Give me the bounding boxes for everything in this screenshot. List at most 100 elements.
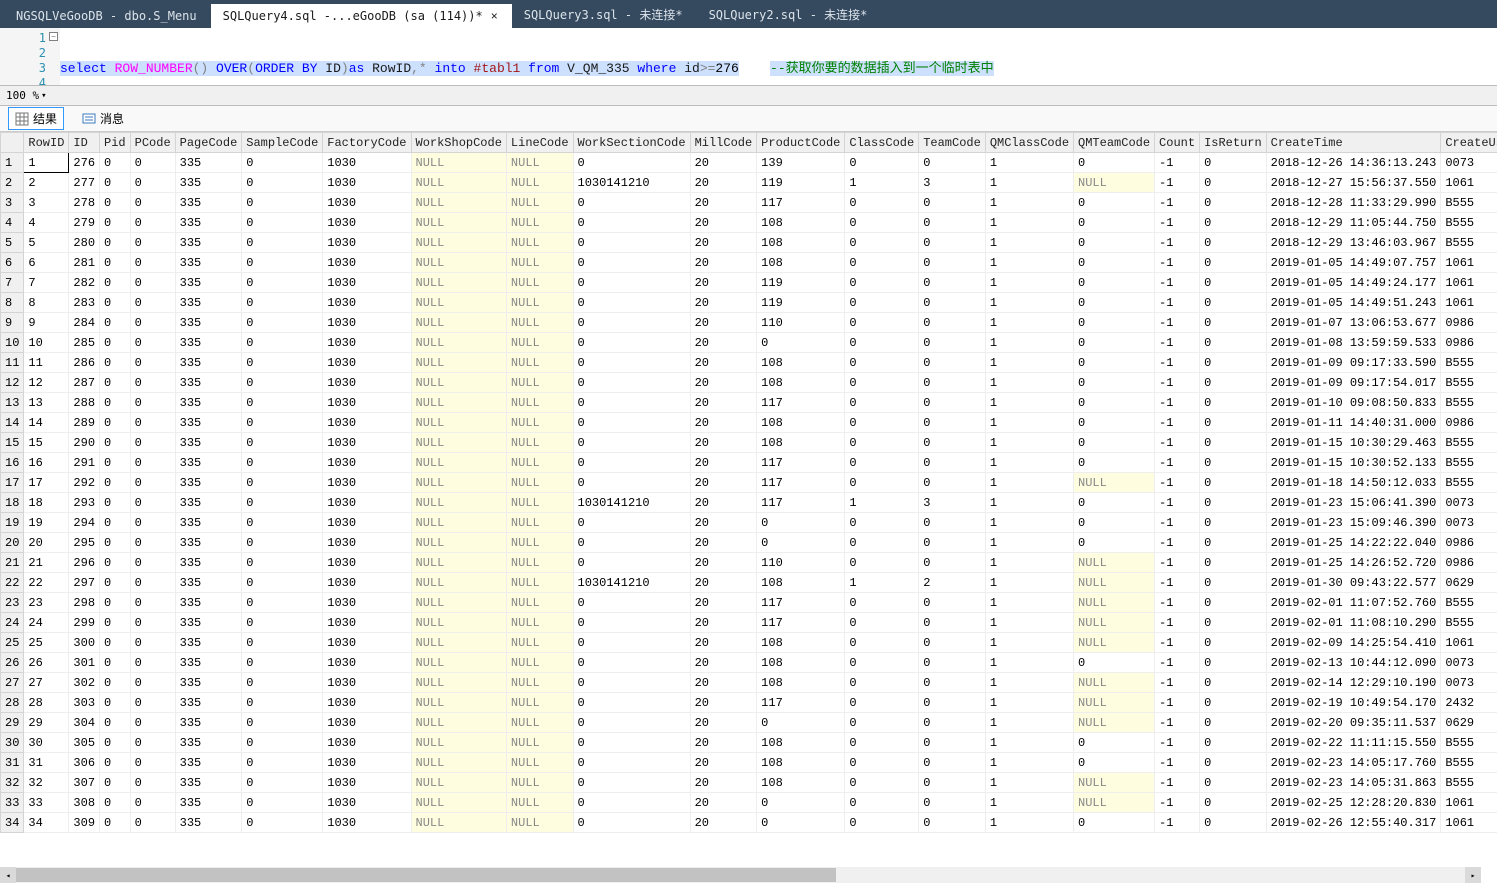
cell[interactable]: NULL [411, 253, 506, 273]
cell[interactable]: 29 [24, 713, 69, 733]
cell[interactable]: 0 [845, 633, 919, 653]
cell[interactable]: 34 [24, 813, 69, 833]
cell[interactable]: 0 [845, 273, 919, 293]
cell[interactable]: 1030 [323, 393, 411, 413]
cell[interactable]: 0 [242, 573, 323, 593]
cell[interactable]: 0 [573, 353, 690, 373]
cell[interactable]: 1 [985, 573, 1073, 593]
row-number[interactable]: 17 [1, 473, 24, 493]
cell[interactable]: 282 [69, 273, 100, 293]
cell[interactable]: 1030 [323, 193, 411, 213]
cell[interactable]: 0 [919, 693, 986, 713]
cell[interactable]: 0 [242, 213, 323, 233]
cell[interactable]: 0 [757, 713, 845, 733]
cell[interactable]: 0986 [1441, 333, 1497, 353]
cell[interactable]: 0 [573, 813, 690, 833]
cell[interactable]: 0 [573, 553, 690, 573]
close-icon[interactable]: × [491, 9, 498, 23]
cell[interactable]: 278 [69, 193, 100, 213]
cell[interactable]: NULL [506, 813, 573, 833]
cell[interactable]: NULL [1074, 793, 1155, 813]
cell[interactable]: 0 [100, 493, 131, 513]
cell[interactable]: 0 [845, 673, 919, 693]
cell[interactable]: NULL [506, 793, 573, 813]
cell[interactable]: 0 [573, 193, 690, 213]
cell[interactable]: 0 [100, 513, 131, 533]
table-row[interactable]: 34343090033501030NULLNULL02000010-102019… [1, 813, 1497, 833]
cell[interactable]: NULL [1074, 633, 1155, 653]
cell[interactable]: 117 [757, 613, 845, 633]
cell[interactable]: 20 [690, 513, 757, 533]
cell[interactable]: 1 [985, 433, 1073, 453]
cell[interactable]: 0 [1200, 653, 1267, 673]
cell[interactable]: 1030 [323, 493, 411, 513]
table-row[interactable]: 10102850033501030NULLNULL02000010-102019… [1, 333, 1497, 353]
cell[interactable]: 0 [1200, 813, 1267, 833]
cell[interactable]: 0 [1074, 313, 1155, 333]
cell[interactable]: -1 [1155, 353, 1200, 373]
cell[interactable]: 2019-01-15 10:30:52.133 [1266, 453, 1441, 473]
cell[interactable]: NULL [411, 773, 506, 793]
cell[interactable]: 1030 [323, 313, 411, 333]
cell[interactable]: 287 [69, 373, 100, 393]
cell[interactable]: 0 [100, 413, 131, 433]
cell[interactable]: NULL [506, 673, 573, 693]
cell[interactable]: 0 [1074, 513, 1155, 533]
cell[interactable]: NULL [506, 513, 573, 533]
cell[interactable]: 0 [845, 213, 919, 233]
cell[interactable]: 289 [69, 413, 100, 433]
cell[interactable]: 110 [757, 553, 845, 573]
cell[interactable]: 0 [242, 253, 323, 273]
cell[interactable]: 0 [1200, 733, 1267, 753]
cell[interactable]: 335 [175, 313, 242, 333]
row-number[interactable]: 19 [1, 513, 24, 533]
cell[interactable]: 0 [845, 453, 919, 473]
cell[interactable]: 0 [100, 573, 131, 593]
cell[interactable]: 20 [690, 373, 757, 393]
cell[interactable]: 0 [1200, 413, 1267, 433]
cell[interactable]: 1030 [323, 173, 411, 193]
cell[interactable]: 0 [919, 513, 986, 533]
table-row[interactable]: 12122870033501030NULLNULL0201080010-1020… [1, 373, 1497, 393]
cell[interactable]: 0 [919, 153, 986, 173]
cell[interactable]: 0 [242, 433, 323, 453]
cell[interactable]: NULL [411, 753, 506, 773]
cell[interactable]: 1030 [323, 653, 411, 673]
cell[interactable]: 0073 [1441, 673, 1497, 693]
row-number[interactable]: 29 [1, 713, 24, 733]
cell[interactable]: 0 [242, 633, 323, 653]
cell[interactable]: 1 [985, 773, 1073, 793]
cell[interactable]: 0 [1200, 633, 1267, 653]
cell[interactable]: 335 [175, 813, 242, 833]
cell[interactable]: 0 [1200, 173, 1267, 193]
cell[interactable]: 1 [985, 513, 1073, 533]
cell[interactable]: 1030 [323, 613, 411, 633]
cell[interactable]: 335 [175, 213, 242, 233]
table-row[interactable]: 32323070033501030NULLNULL020108001NULL-1… [1, 773, 1497, 793]
cell[interactable]: 2019-02-23 14:05:31.863 [1266, 773, 1441, 793]
cell[interactable]: 0 [573, 213, 690, 233]
table-row[interactable]: 20202950033501030NULLNULL02000010-102019… [1, 533, 1497, 553]
cell[interactable]: 0 [573, 153, 690, 173]
cell[interactable]: 2019-02-14 12:29:10.190 [1266, 673, 1441, 693]
cell[interactable]: 0 [757, 533, 845, 553]
cell[interactable]: NULL [506, 153, 573, 173]
cell[interactable]: 0 [573, 333, 690, 353]
cell[interactable]: 335 [175, 333, 242, 353]
row-number[interactable]: 31 [1, 753, 24, 773]
cell[interactable]: 0 [100, 233, 131, 253]
cell[interactable]: 108 [757, 433, 845, 453]
cell[interactable]: 0 [573, 373, 690, 393]
cell[interactable]: NULL [1074, 553, 1155, 573]
cell[interactable]: 20 [690, 693, 757, 713]
cell[interactable]: -1 [1155, 513, 1200, 533]
cell[interactable]: NULL [411, 793, 506, 813]
table-row[interactable]: 18182930033501030NULLNULL103014121020117… [1, 493, 1497, 513]
cell[interactable]: 0 [919, 193, 986, 213]
cell[interactable]: 0 [1200, 473, 1267, 493]
cell[interactable]: 0 [242, 293, 323, 313]
fold-icon[interactable]: − [49, 32, 58, 41]
cell[interactable]: 1030 [323, 553, 411, 573]
cell[interactable]: 1061 [1441, 293, 1497, 313]
cell[interactable]: 2019-01-11 14:40:31.000 [1266, 413, 1441, 433]
